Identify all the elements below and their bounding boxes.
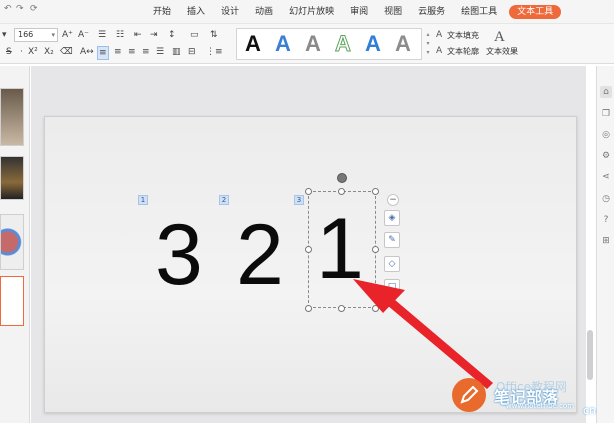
arrow-shaft: [381, 294, 493, 389]
settings-icon[interactable]: ⚙: [600, 150, 612, 162]
red-arrow-annotation: [353, 279, 493, 389]
home-icon[interactable]: ⌂: [600, 86, 612, 98]
watermark-logo: [452, 378, 486, 412]
vertical-scrollbar[interactable]: [587, 330, 593, 380]
watermark-cn: cn: [583, 404, 597, 417]
share-icon[interactable]: ⋖: [600, 171, 612, 183]
copy-icon[interactable]: ❐: [600, 108, 612, 120]
shapes-icon[interactable]: ◎: [600, 129, 612, 141]
help-icon[interactable]: ?: [600, 214, 612, 226]
pen-icon: [460, 385, 479, 404]
grid-icon[interactable]: ⊞: [600, 235, 612, 247]
watermark-url: www.notetribe.com: [506, 402, 575, 410]
history-icon[interactable]: ◷: [600, 193, 612, 205]
right-sidebar: ⌂ ❐ ◎ ⚙ ⋖ ◷ ? ⊞: [596, 66, 614, 423]
